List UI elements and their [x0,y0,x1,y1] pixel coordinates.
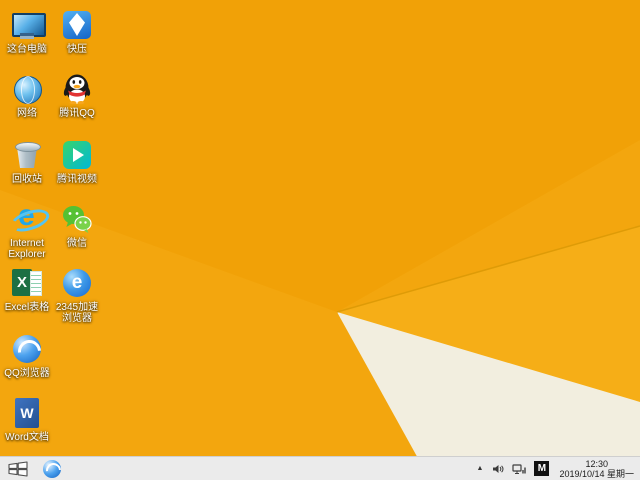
desktop-icon-network[interactable]: 网络 [2,72,52,119]
icon-label: 快压 [67,44,87,55]
desktop-icon-word[interactable]: Word文档 [2,396,52,443]
network-globe-icon [10,72,44,106]
desktop-icon-tencent-qq[interactable]: 腾讯QQ [52,72,102,119]
taskbar: ▲ M 12:30 2019/10/14 星期一 [0,456,640,480]
icon-label: QQ浏览器 [4,368,50,379]
desktop-icon-internet-explorer[interactable]: Internet Explorer [2,199,52,260]
desktop-icon-tencent-video[interactable]: 腾讯视频 [52,138,102,185]
word-icon [10,396,44,430]
taskbar-clock[interactable]: 12:30 2019/10/14 星期一 [557,459,634,479]
desktop-icon-qq-browser[interactable]: QQ浏览器 [2,332,52,379]
network-icon[interactable] [512,463,527,475]
start-button[interactable] [0,457,36,480]
icon-label: Excel表格 [4,302,50,313]
desktop-icon-excel[interactable]: Excel表格 [2,266,52,313]
volume-icon[interactable] [492,463,504,475]
show-hidden-icons-button[interactable]: ▲ [476,457,485,480]
browser-e-icon [60,266,94,300]
desktop-icon-this-pc[interactable]: 这台电脑 [2,8,52,55]
qq-browser-icon [43,459,61,478]
desktop-icon-kuaiya[interactable]: 快压 [52,8,102,55]
icon-label: 这台电脑 [7,44,47,55]
windows-logo-icon [8,460,28,477]
ime-indicator[interactable]: M [534,461,550,476]
excel-icon [10,266,44,300]
system-tray: ▲ M 12:30 2019/10/14 星期一 [472,457,640,480]
qq-penguin-icon [60,72,94,106]
this-pc-icon [10,8,46,42]
taskbar-pinned-qq-browser[interactable] [36,457,68,480]
icon-label: Internet Explorer [8,238,46,260]
desktop-icon-2345-browser[interactable]: 2345加速浏览器 [52,266,102,324]
clock-date: 2019/10/14 星期一 [559,468,634,479]
icon-label: 微信 [67,238,87,249]
icon-label: Word文档 [5,432,49,443]
desktop-icon-wechat[interactable]: 微信 [52,202,102,249]
clock-time: 12:30 [585,458,608,469]
desktop[interactable]: 这台电脑 网络 回收站 Internet Explorer Excel表格 QQ… [0,0,640,480]
icon-label: 2345加速浏览器 [55,302,99,324]
icon-label: 腾讯视频 [57,174,97,185]
kite-icon [60,8,94,42]
icon-label: 回收站 [12,174,42,185]
qq-browser-icon [10,332,44,366]
icon-label: 腾讯QQ [59,108,95,119]
icon-label: 网络 [17,108,37,119]
recycle-bin-icon [10,138,44,172]
wechat-bubbles-icon [60,202,94,236]
desktop-icon-recycle-bin[interactable]: 回收站 [2,138,52,185]
internet-explorer-icon [10,199,44,236]
play-button-icon [60,138,94,172]
